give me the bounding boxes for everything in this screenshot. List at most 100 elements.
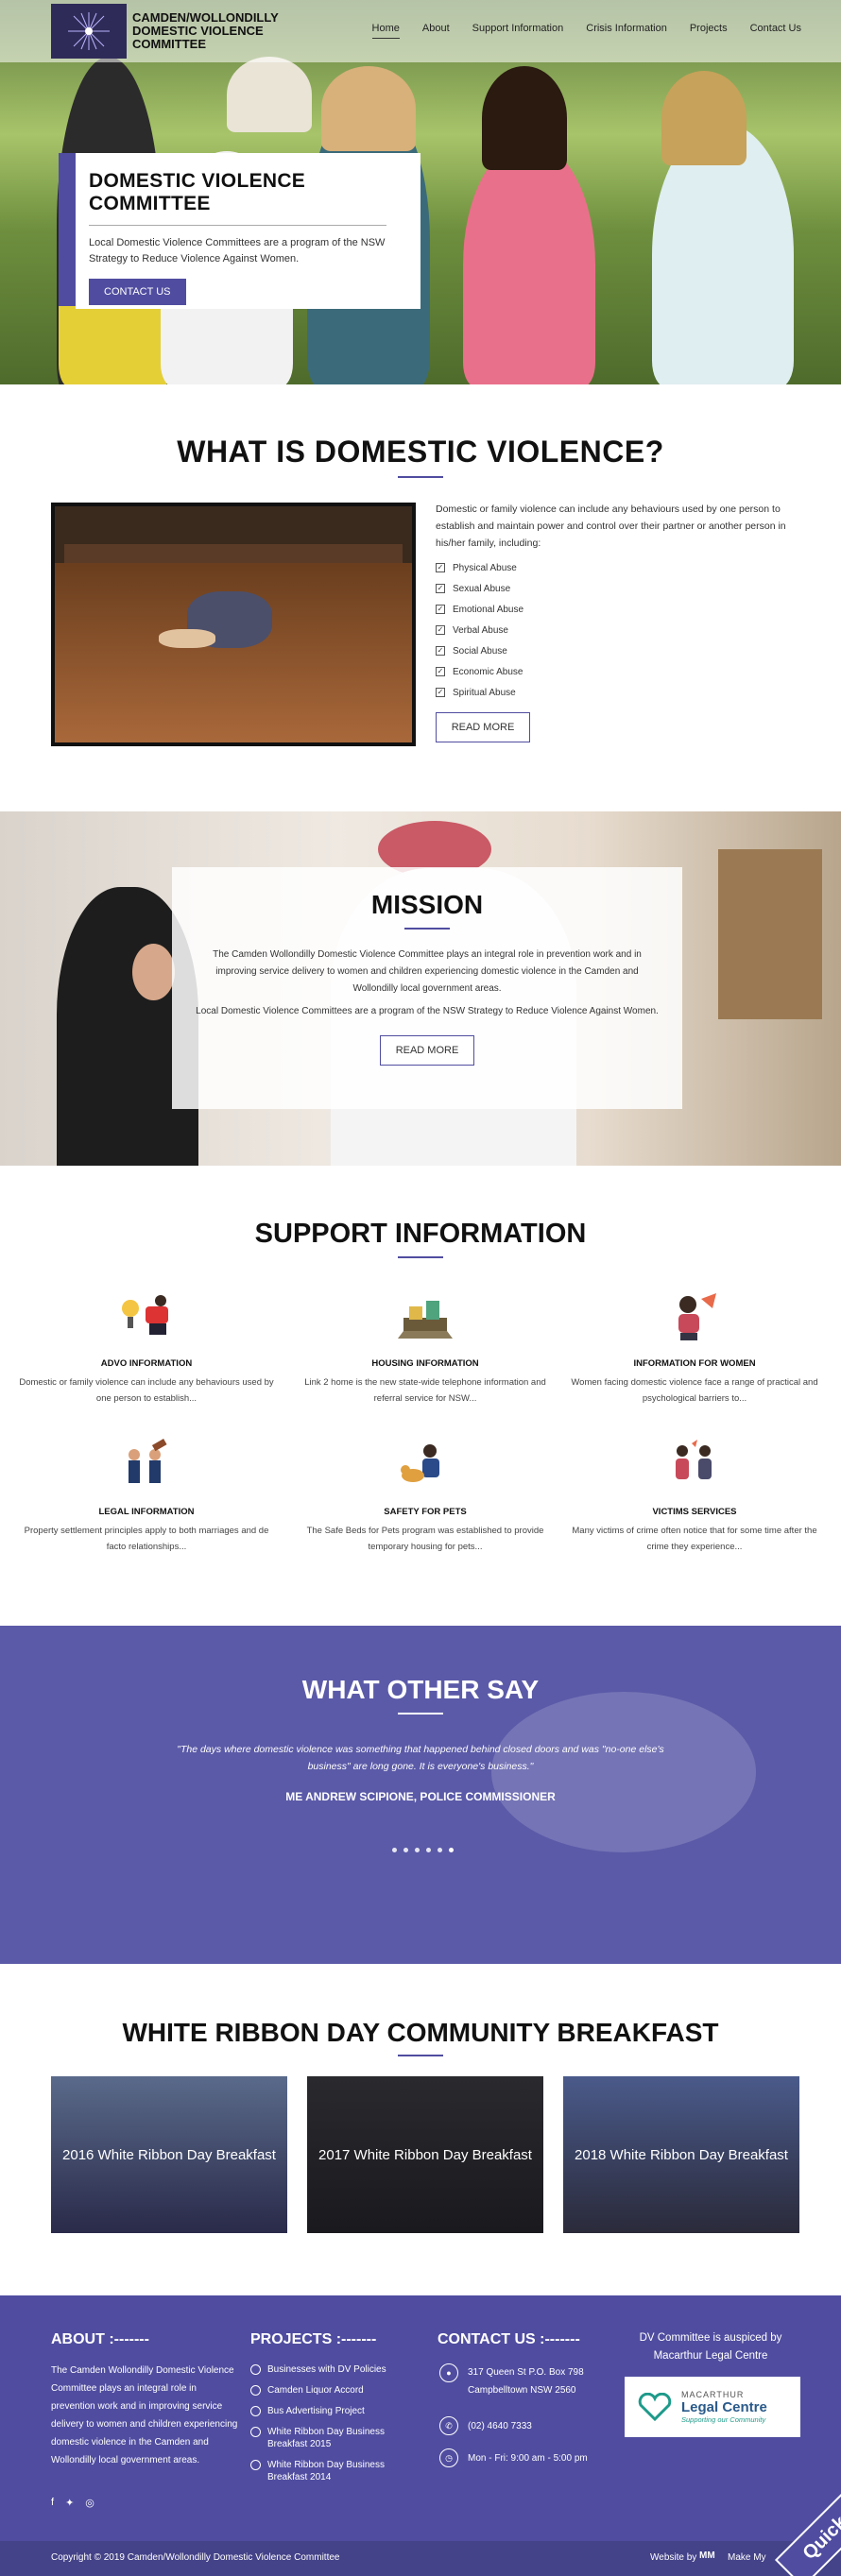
- support-item-text: The Safe Beds for Pets program was estab…: [306, 1526, 544, 1552]
- hero-photo-head: [321, 66, 416, 151]
- support-item-title: LEGAL INFORMATION: [98, 1507, 195, 1517]
- abuse-type-label: Physical Abuse: [453, 562, 517, 573]
- quick-exit-clip: Quick Exit: [756, 2475, 841, 2576]
- lightbulb-person-icon: [122, 1295, 168, 1335]
- credit-logo[interactable]: MM: [699, 2550, 715, 2561]
- checkbox-icon: ✓: [436, 605, 445, 614]
- partner-name: MACARTHUR: [681, 2390, 745, 2399]
- footer-contact-title: CONTACT US :-------: [438, 2331, 580, 2347]
- instagram-icon[interactable]: ◎: [85, 2497, 94, 2509]
- support-item-title: ADVO INFORMATION: [100, 1358, 193, 1369]
- checkbox-icon: ✓: [436, 625, 445, 635]
- ribbon-section-title: WHITE RIBBON DAY COMMUNITY BREAKFAST: [122, 2018, 719, 2047]
- abuse-type-label: Sexual Abuse: [453, 583, 511, 594]
- copyright-bar: Copyright © 2019 Camden/Wollondilly Dome…: [0, 2541, 841, 2576]
- partner-logo[interactable]: MACARTHUR Legal Centre Supporting our Co…: [625, 2377, 800, 2437]
- dv-title-underline: [398, 476, 443, 478]
- mission-card: MISSION The Camden Wollondilly Domestic …: [172, 867, 682, 1109]
- heart-logo-icon: [638, 2393, 672, 2421]
- hero-divider: [89, 225, 386, 226]
- footer-about-title: ABOUT :-------: [51, 2331, 149, 2347]
- dv-read-more-button[interactable]: READ MORE: [436, 712, 530, 742]
- slider-dot[interactable]: [449, 1848, 454, 1852]
- contact-us-button[interactable]: CONTACT US: [89, 279, 186, 305]
- ribbon-card-label: 2016 White Ribbon Day Breakfast: [62, 2146, 276, 2163]
- dog-photo-overlay: [491, 1692, 756, 1852]
- support-item-text: Property settlement principles apply to …: [24, 1526, 269, 1552]
- quick-exit-button[interactable]: Quick Exit: [775, 2475, 841, 2576]
- facebook-icon[interactable]: f: [51, 2497, 54, 2509]
- hero-photo-head: [227, 57, 312, 132]
- testimonials-underline: [398, 1713, 443, 1714]
- ribbon-card-2018[interactable]: 2018 White Ribbon Day Breakfast: [563, 2076, 799, 2233]
- abuse-type-label: Spiritual Abuse: [453, 687, 516, 698]
- dv-intro-text: Domestic or family violence can include …: [436, 503, 786, 549]
- nav-crisis-information[interactable]: Crisis Information: [586, 23, 667, 39]
- support-item-title: INFORMATION FOR WOMEN: [633, 1358, 756, 1369]
- phone-number[interactable]: (02) 4640 7333: [468, 2417, 532, 2435]
- abuse-type-label: Social Abuse: [453, 645, 507, 657]
- abuse-type-label: Verbal Abuse: [453, 624, 508, 636]
- footer-project-link[interactable]: Businesses with DV Policies: [250, 2363, 420, 2376]
- address-line: 317 Queen St P.O. Box 798: [468, 2367, 584, 2378]
- ribbon-card-2017[interactable]: 2017 White Ribbon Day Breakfast: [307, 2076, 543, 2233]
- ribbon-card-label: 2018 White Ribbon Day Breakfast: [575, 2146, 788, 2163]
- starburst-logo-icon: [68, 12, 110, 50]
- slider-dot[interactable]: [403, 1848, 408, 1852]
- support-item-legal[interactable]: LEGAL INFORMATION Property settlement pr…: [19, 1438, 274, 1555]
- victim-people-icon: [676, 1440, 712, 1479]
- support-item-text: Women facing domestic violence face a ra…: [571, 1377, 818, 1404]
- site-logo[interactable]: [51, 4, 127, 59]
- footer-hours: ◷ Mon - Fri: 9:00 am - 5:00 pm: [439, 2448, 588, 2467]
- partner-tagline: Supporting our Community: [681, 2415, 766, 2424]
- slider-dot[interactable]: [426, 1848, 431, 1852]
- checkbox-icon: ✓: [436, 688, 445, 697]
- footer-project-link[interactable]: White Ribbon Day Business Breakfast 2015: [250, 2426, 420, 2450]
- auspice-text: DV Committee is auspiced by Macarthur Le…: [639, 2332, 782, 2362]
- footer-projects-title: PROJECTS :-------: [250, 2331, 377, 2347]
- checkbox-icon: ✓: [436, 646, 445, 656]
- pet-owner-icon: [401, 1444, 439, 1482]
- nav-support-information[interactable]: Support Information: [472, 23, 564, 39]
- ribbon-card-label: 2017 White Ribbon Day Breakfast: [318, 2146, 532, 2163]
- footer-projects-list: Businesses with DV Policies Camden Liquo…: [250, 2363, 420, 2492]
- copyright-text: Copyright © 2019 Camden/Wollondilly Dome…: [51, 2552, 340, 2563]
- footer-about-text: The Camden Wollondilly Domestic Violence…: [51, 2365, 238, 2465]
- list-item: ✓ Physical Abuse: [436, 557, 719, 578]
- slider-dot[interactable]: [415, 1848, 420, 1852]
- support-item-women[interactable]: INFORMATION FOR WOMEN Women facing domes…: [567, 1289, 822, 1407]
- site-header: CAMDEN/WOLLONDILLY DOMESTIC VIOLENCE COM…: [0, 0, 841, 62]
- credit-text: Website by: [650, 2552, 697, 2563]
- support-item-pets[interactable]: SAFETY FOR PETS The Safe Beds for Pets p…: [298, 1438, 553, 1555]
- support-item-advo[interactable]: ADVO INFORMATION Domestic or family viol…: [19, 1289, 274, 1407]
- testimonials-title: WHAT OTHER SAY: [301, 1675, 540, 1704]
- location-pin-icon: ●: [439, 2363, 458, 2382]
- footer-project-link[interactable]: Bus Advertising Project: [250, 2405, 420, 2417]
- address-line: Campbelltown NSW 2560: [468, 2385, 576, 2396]
- nav-projects[interactable]: Projects: [690, 23, 728, 39]
- phone-icon: ✆: [439, 2416, 458, 2435]
- footer-project-link[interactable]: White Ribbon Day Business Breakfast 2014: [250, 2459, 420, 2483]
- nav-home[interactable]: Home: [371, 23, 400, 39]
- gavel-people-icon: [129, 1439, 167, 1483]
- slider-dot[interactable]: [392, 1848, 397, 1852]
- footer-project-link[interactable]: Camden Liquor Accord: [250, 2384, 420, 2397]
- support-section-title: SUPPORT INFORMATION: [254, 1219, 587, 1249]
- list-item: ✓ Emotional Abuse: [436, 599, 719, 620]
- twitter-icon[interactable]: ✦: [65, 2497, 74, 2509]
- nav-about[interactable]: About: [422, 23, 450, 39]
- mission-read-more-button[interactable]: READ MORE: [380, 1035, 474, 1066]
- hero-title: DOMESTIC VIOLENCE COMMITTEE: [89, 170, 306, 214]
- office-hours: Mon - Fri: 9:00 am - 5:00 pm: [468, 2452, 588, 2464]
- support-item-housing[interactable]: HOUSING INFORMATION Link 2 home is the n…: [298, 1289, 553, 1407]
- support-item-victims[interactable]: VICTIMS SERVICES Many victims of crime o…: [567, 1438, 822, 1555]
- site-title[interactable]: CAMDEN/WOLLONDILLY DOMESTIC VIOLENCE COM…: [132, 11, 283, 51]
- ribbon-card-2016[interactable]: 2016 White Ribbon Day Breakfast: [51, 2076, 287, 2233]
- hero-photo-head: [661, 71, 747, 165]
- support-item-title: SAFETY FOR PETS: [384, 1507, 467, 1517]
- ribbon-title-underline: [398, 2055, 443, 2056]
- slider-dot[interactable]: [438, 1848, 442, 1852]
- mission-text-secondary: Local Domestic Violence Committees are a…: [196, 1006, 659, 1016]
- nav-contact-us[interactable]: Contact Us: [750, 23, 801, 39]
- partner-subname: Legal Centre: [681, 2399, 767, 2415]
